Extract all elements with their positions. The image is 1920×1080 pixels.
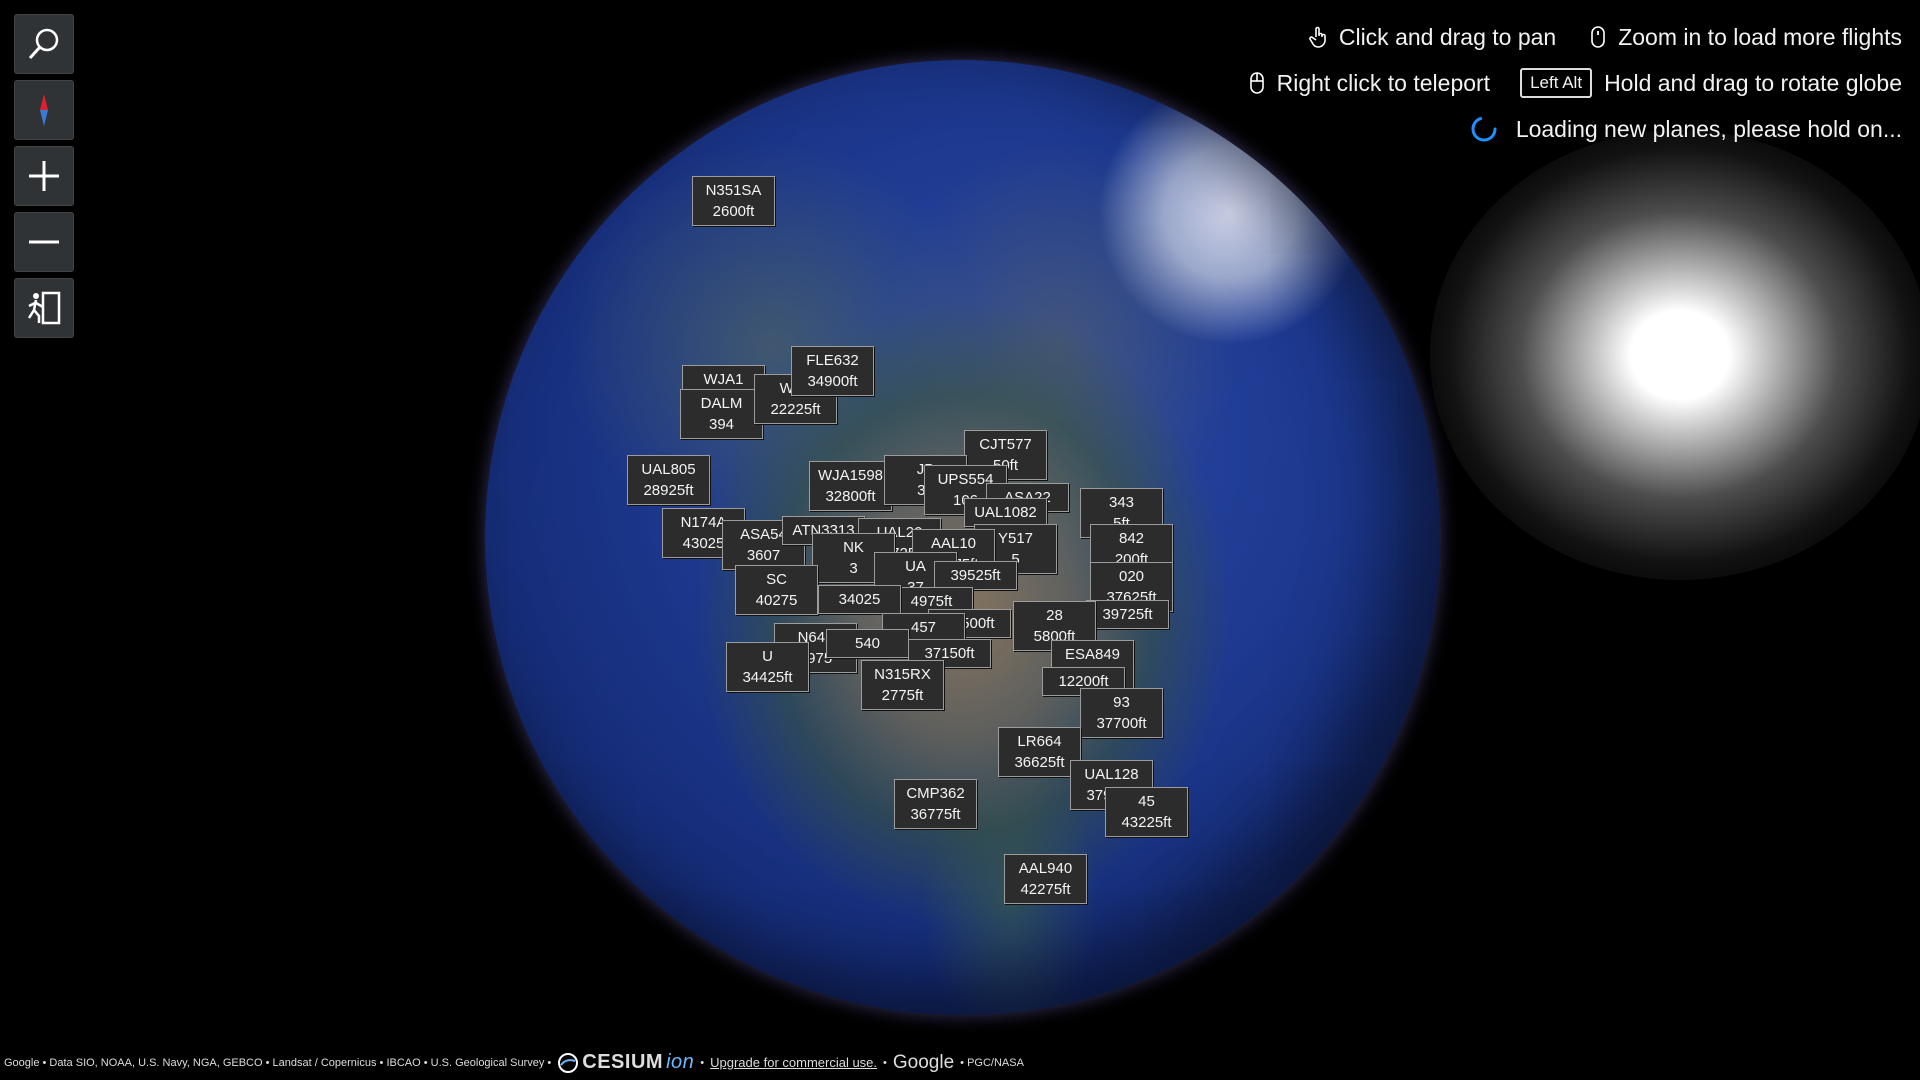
exit-button[interactable]: [14, 278, 74, 338]
flight-label[interactable]: LR664 36625ft: [998, 727, 1081, 777]
flight-label[interactable]: N315RX 2775ft: [861, 660, 944, 710]
flight-label[interactable]: 34025: [818, 585, 901, 614]
zoom-in-icon: [29, 161, 59, 191]
map-toolbar: [14, 14, 74, 344]
flight-label[interactable]: DALM 394: [680, 389, 763, 439]
zoom-in-button[interactable]: [14, 146, 74, 206]
flight-label[interactable]: CMP362 36775ft: [894, 779, 977, 829]
flight-label[interactable]: WJA1598 32800ft: [809, 461, 892, 511]
loading-spinner-icon: [1471, 116, 1497, 142]
flight-label[interactable]: 93 37700ft: [1080, 688, 1163, 738]
pgc-nasa-credit: • PGC/NASA: [960, 1056, 1024, 1069]
compass-icon: [40, 94, 48, 126]
hand-pointer-icon: [1309, 26, 1326, 48]
rotate-hint: Hold and drag to rotate globe: [1604, 69, 1902, 96]
upgrade-link[interactable]: Upgrade for commercial use.: [710, 1055, 877, 1070]
flight-label[interactable]: SC 40275: [735, 565, 818, 615]
compass-button[interactable]: [14, 80, 74, 140]
cesium-logo-icon: [558, 1052, 579, 1073]
zoom-out-button[interactable]: [14, 212, 74, 272]
flight-label[interactable]: 39725ft: [1086, 600, 1169, 629]
flight-label[interactable]: 540: [826, 629, 909, 658]
pan-hint: Click and drag to pan: [1338, 23, 1557, 50]
exit-icon: [27, 291, 61, 325]
flight-label[interactable]: U 34425ft: [726, 642, 809, 692]
loading-status: Loading new planes, please hold on...: [1515, 115, 1902, 142]
flight-label[interactable]: FLE632 34900ft: [791, 346, 874, 396]
flight-label[interactable]: N351SA 2600ft: [692, 176, 775, 226]
search-icon: [28, 28, 59, 60]
flight-label[interactable]: UAL1082: [964, 498, 1047, 527]
credit-separator: •: [883, 1056, 887, 1069]
flight-label[interactable]: AAL940 42275ft: [1004, 854, 1087, 904]
flight-label[interactable]: 39525ft: [934, 561, 1017, 590]
search-button[interactable]: [14, 14, 74, 74]
left-alt-key: Left Alt: [1520, 68, 1593, 98]
mouse-right-click-icon: [1249, 72, 1264, 94]
credits-bar: Google • Data SIO, NOAA, U.S. Navy, NGA,…: [4, 1051, 1024, 1074]
zoom-hint: Zoom in to load more flights: [1618, 23, 1902, 50]
cesium-ion-logo[interactable]: CESIUM ion: [557, 1051, 694, 1074]
mouse-scroll-icon: [1591, 26, 1606, 48]
flight-label[interactable]: 45 43225ft: [1105, 787, 1188, 837]
data-sources: Google • Data SIO, NOAA, U.S. Navy, NGA,…: [4, 1056, 552, 1069]
sun-glow: [1430, 130, 1920, 580]
zoom-out-icon: [29, 240, 59, 244]
flight-label[interactable]: UAL805 28925ft: [627, 455, 710, 505]
help-panel: Click and drag to pan Zoom in to load mo…: [1245, 14, 1902, 152]
teleport-hint: Right click to teleport: [1276, 69, 1491, 96]
google-logo: Google: [892, 1051, 955, 1073]
credit-separator: •: [700, 1056, 705, 1069]
